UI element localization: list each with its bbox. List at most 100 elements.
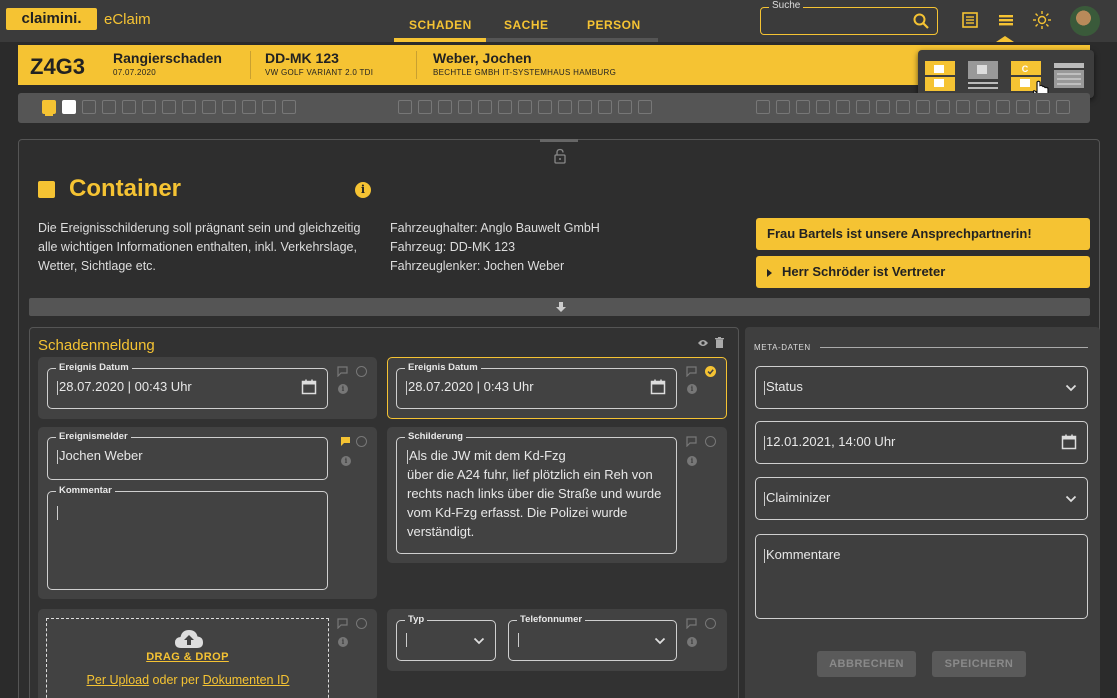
- page-square[interactable]: [62, 100, 76, 114]
- page-square[interactable]: [518, 100, 532, 114]
- search-icon[interactable]: [913, 13, 929, 29]
- typ-select[interactable]: Typ: [396, 614, 496, 661]
- status-circle-icon[interactable]: [356, 436, 367, 447]
- info-icon[interactable]: i: [355, 182, 371, 198]
- page-square[interactable]: [122, 100, 136, 114]
- info-icon[interactable]: i: [687, 456, 697, 466]
- telefonnummer-field[interactable]: Telefonnumer: [508, 614, 677, 661]
- schilderung-field[interactable]: Schilderung Als die JW mit dem Kd-Fzg üb…: [396, 431, 677, 554]
- comment-icon[interactable]: [686, 436, 697, 447]
- page-square[interactable]: [956, 100, 970, 114]
- claiminizer-select[interactable]: Claiminizer: [755, 477, 1088, 520]
- info-icon[interactable]: i: [338, 384, 348, 394]
- page-square[interactable]: [498, 100, 512, 114]
- alert-contact-person[interactable]: Frau Bartels ist unsere Ansprechpartneri…: [756, 218, 1090, 250]
- alert-representative[interactable]: Herr Schröder ist Vertreter: [756, 256, 1090, 288]
- page-square[interactable]: [836, 100, 850, 114]
- page-square[interactable]: [398, 100, 412, 114]
- page-square[interactable]: [438, 100, 452, 114]
- kommentare-field[interactable]: Kommentare: [755, 534, 1088, 619]
- info-icon[interactable]: i: [687, 384, 697, 394]
- page-square[interactable]: [916, 100, 930, 114]
- user-avatar[interactable]: [1070, 6, 1100, 36]
- page-square[interactable]: [618, 100, 632, 114]
- status-circle-icon[interactable]: [356, 366, 367, 377]
- upload-link[interactable]: Per Upload: [87, 673, 150, 687]
- page-square[interactable]: [578, 100, 592, 114]
- comment-icon[interactable]: [337, 618, 348, 629]
- page-square[interactable]: [638, 100, 652, 114]
- claimini-logo[interactable]: claimini.: [6, 8, 97, 30]
- ereignis-datum-field[interactable]: Ereignis Datum 28.07.2020 | 00:43 Uhr: [47, 362, 328, 409]
- search-input[interactable]: Suche: [760, 0, 938, 35]
- container-handle[interactable]: [540, 139, 578, 142]
- page-square[interactable]: [776, 100, 790, 114]
- chevron-down-icon[interactable]: [473, 637, 485, 645]
- page-square[interactable]: [418, 100, 432, 114]
- tab-sache[interactable]: SACHE: [504, 18, 549, 32]
- page-square[interactable]: [142, 100, 156, 114]
- calendar-icon[interactable]: [301, 379, 317, 395]
- page-square[interactable]: [262, 100, 276, 114]
- page-square[interactable]: [976, 100, 990, 114]
- page-square[interactable]: [162, 100, 176, 114]
- page-square[interactable]: [876, 100, 890, 114]
- cancel-button[interactable]: ABBRECHEN: [817, 651, 916, 677]
- arrow-down-icon[interactable]: [555, 301, 567, 313]
- page-square[interactable]: [282, 100, 296, 114]
- page-square[interactable]: [182, 100, 196, 114]
- list-view-icon[interactable]: [960, 10, 980, 30]
- comment-icon[interactable]: [686, 618, 697, 629]
- layout-card-lines-icon[interactable]: [967, 60, 999, 92]
- page-square[interactable]: [816, 100, 830, 114]
- page-square[interactable]: [756, 100, 770, 114]
- page-square[interactable]: [796, 100, 810, 114]
- info-icon[interactable]: i: [341, 456, 351, 466]
- menu-icon[interactable]: [996, 10, 1016, 30]
- chevron-down-icon[interactable]: [1065, 384, 1077, 392]
- status-circle-icon[interactable]: [705, 436, 716, 447]
- layout-two-cards-icon[interactable]: [924, 60, 956, 92]
- page-square[interactable]: [598, 100, 612, 114]
- page-square[interactable]: [458, 100, 472, 114]
- page-square[interactable]: [478, 100, 492, 114]
- trash-icon[interactable]: [715, 337, 724, 348]
- page-square[interactable]: [1056, 100, 1070, 114]
- page-square[interactable]: [242, 100, 256, 114]
- ereignis-datum-field[interactable]: Ereignis Datum 28.07.2020 | 0:43 Uhr: [396, 362, 677, 409]
- eye-icon[interactable]: [697, 338, 709, 348]
- page-square[interactable]: [42, 100, 56, 114]
- status-circle-icon[interactable]: [705, 618, 716, 629]
- info-icon[interactable]: i: [687, 637, 697, 647]
- status-circle-icon[interactable]: [356, 618, 367, 629]
- save-button[interactable]: SPEICHERN: [932, 651, 1026, 677]
- kommentar-field[interactable]: Kommentar: [47, 485, 328, 590]
- page-square[interactable]: [1036, 100, 1050, 114]
- page-square[interactable]: [896, 100, 910, 114]
- page-square[interactable]: [1016, 100, 1030, 114]
- ereignismelder-field[interactable]: Ereignismelder Jochen Weber: [47, 431, 328, 480]
- calendar-icon[interactable]: [1061, 434, 1077, 450]
- page-square[interactable]: [558, 100, 572, 114]
- page-square[interactable]: [202, 100, 216, 114]
- comment-icon[interactable]: [686, 366, 697, 377]
- tab-schaden[interactable]: SCHADEN: [409, 18, 472, 32]
- layout-lines-icon[interactable]: [1053, 60, 1085, 92]
- lock-open-icon[interactable]: [553, 148, 567, 164]
- page-square[interactable]: [222, 100, 236, 114]
- calendar-icon[interactable]: [650, 379, 666, 395]
- check-circle-icon[interactable]: [705, 366, 716, 377]
- page-square[interactable]: [102, 100, 116, 114]
- date-time-field[interactable]: 12.01.2021, 14:00 Uhr: [755, 421, 1088, 464]
- brightness-icon[interactable]: [1032, 10, 1052, 30]
- comment-filled-icon[interactable]: [340, 436, 351, 447]
- info-icon[interactable]: i: [338, 637, 348, 647]
- comment-icon[interactable]: [337, 366, 348, 377]
- tab-person[interactable]: PERSON: [587, 18, 641, 32]
- document-id-link[interactable]: Dokumenten ID: [203, 673, 290, 687]
- page-square[interactable]: [936, 100, 950, 114]
- page-square[interactable]: [82, 100, 96, 114]
- page-square[interactable]: [856, 100, 870, 114]
- page-square[interactable]: [996, 100, 1010, 114]
- chevron-down-icon[interactable]: [1065, 495, 1077, 503]
